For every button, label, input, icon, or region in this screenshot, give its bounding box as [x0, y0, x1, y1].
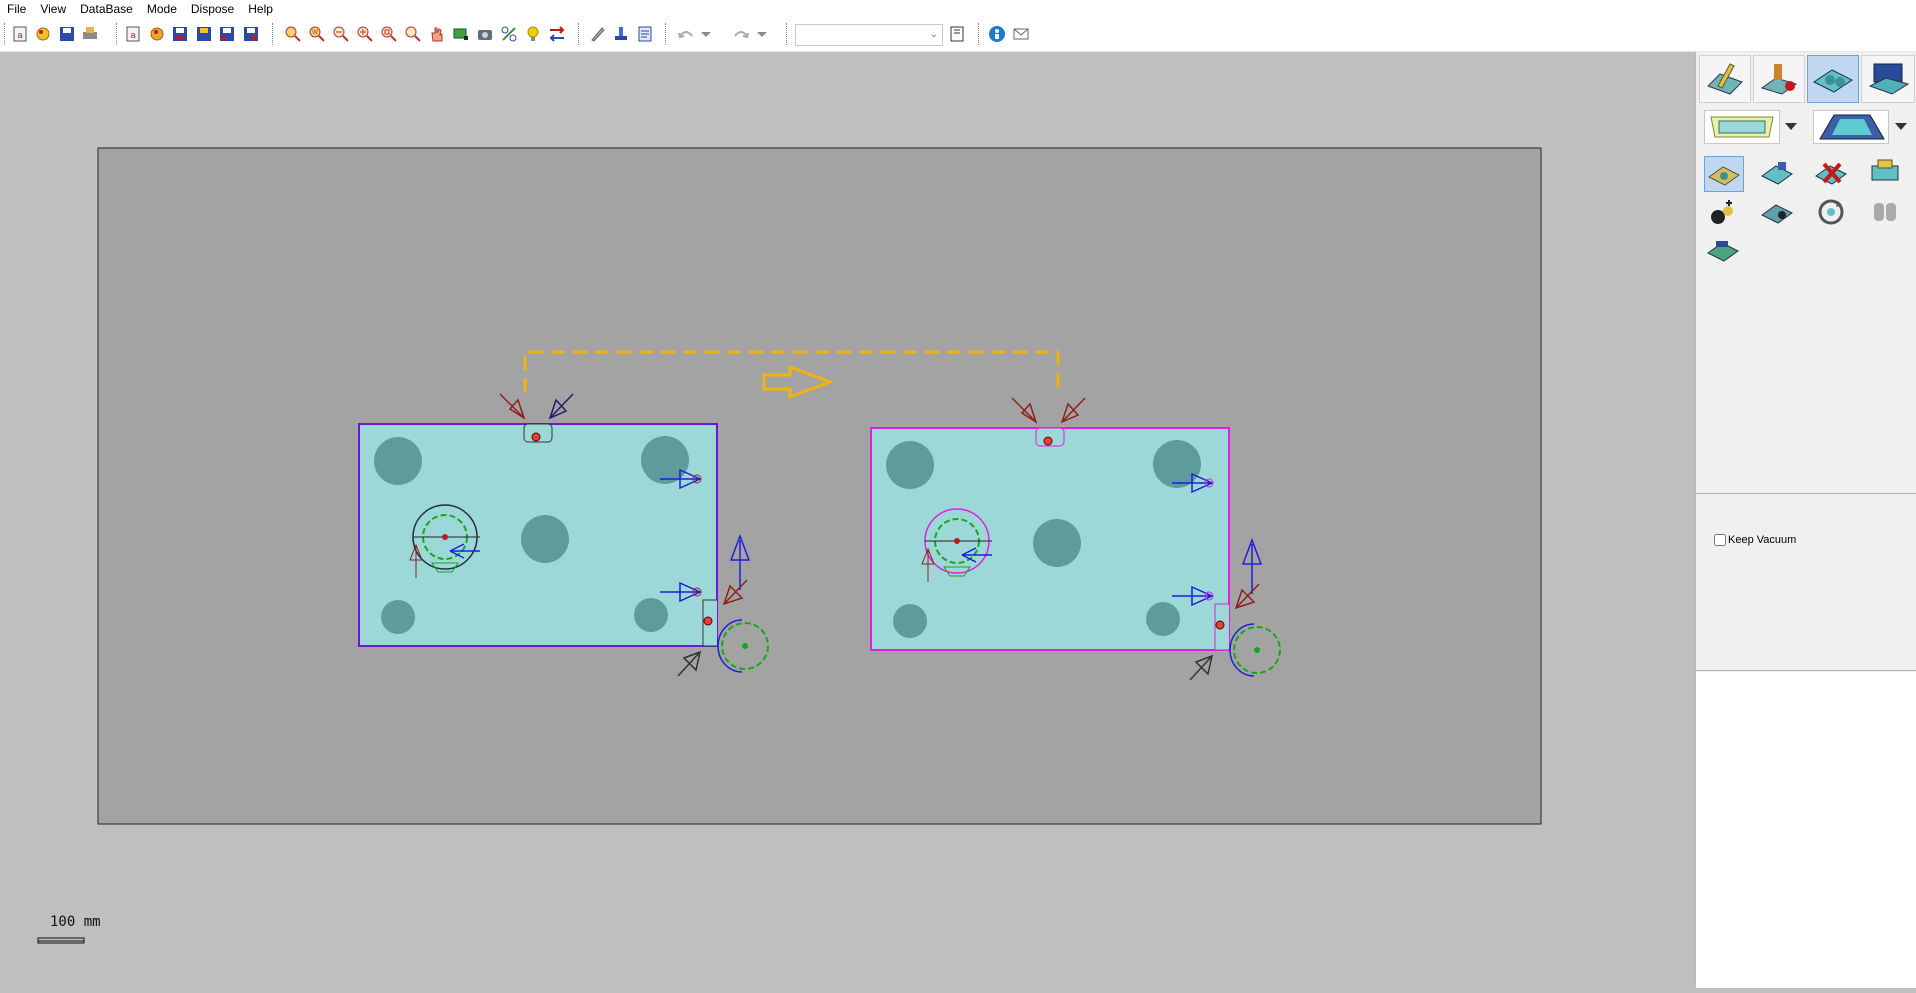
scale-bar — [37, 937, 85, 944]
cad-canvas[interactable] — [0, 52, 1695, 988]
chevron-down-icon[interactable] — [1894, 118, 1908, 134]
pattern-tool-icon — [1707, 241, 1739, 262]
db-import-icon[interactable] — [241, 24, 261, 44]
menu-view[interactable]: View — [33, 2, 73, 16]
toolbar-grip[interactable] — [4, 23, 7, 45]
db-save-as-icon[interactable] — [194, 24, 214, 44]
pods-tool-icon — [1874, 203, 1896, 221]
svg-text:a: a — [130, 30, 135, 40]
edit-mode-button[interactable] — [1699, 55, 1751, 103]
zoom-out-icon[interactable] — [331, 24, 351, 44]
delete-tool-button[interactable] — [1812, 156, 1852, 192]
open-icon[interactable] — [33, 24, 53, 44]
rotate-tool-button[interactable] — [1812, 195, 1852, 231]
tool-palette — [1696, 52, 1916, 493]
place-tool-icon — [1761, 162, 1793, 185]
place-tool-button[interactable] — [1758, 156, 1798, 192]
toolbar-separator — [978, 23, 981, 45]
zoom-in-icon[interactable] — [355, 24, 375, 44]
vacuum-options — [1696, 495, 1916, 671]
bulb-icon[interactable] — [523, 24, 543, 44]
db-save-icon[interactable] — [170, 24, 190, 44]
zoom-prev-icon[interactable] — [403, 24, 423, 44]
toolbar-separator — [272, 23, 275, 45]
menu-mode[interactable]: Mode — [140, 2, 184, 16]
panel-type-icon — [1710, 116, 1774, 138]
toolbar-separator — [665, 23, 668, 45]
keep-vacuum-label: Keep Vacuum — [1728, 534, 1797, 546]
zoom-extents-icon[interactable] — [283, 24, 303, 44]
simulation-mode-icon — [1868, 63, 1910, 95]
table-type-icon — [1819, 114, 1885, 140]
menu-help[interactable]: Help — [241, 2, 280, 16]
select-tool-button[interactable] — [1704, 156, 1744, 192]
pencil-icon[interactable] — [588, 24, 608, 44]
zoom-fit-icon[interactable] — [379, 24, 399, 44]
svg-text:a: a — [17, 30, 22, 40]
menu-file[interactable]: File — [0, 2, 33, 16]
mail-icon[interactable] — [1011, 24, 1031, 44]
panel-right[interactable] — [870, 397, 1281, 681]
report-icon[interactable] — [635, 24, 655, 44]
pattern-tool-button[interactable] — [1704, 233, 1744, 269]
drawing — [37, 147, 1542, 944]
svg-text:W: W — [312, 30, 318, 36]
simulation-mode-button[interactable] — [1861, 55, 1915, 103]
menu-bar: File View DataBase Mode Dispose Help — [0, 0, 1916, 18]
keep-vacuum-option[interactable]: Keep Vacuum — [1714, 534, 1796, 546]
move-tool-button[interactable] — [1866, 156, 1906, 192]
redo-dropdown-icon[interactable] — [755, 24, 769, 44]
move-tool-icon — [1871, 159, 1899, 181]
rotate-tool-icon — [1818, 199, 1844, 225]
table-mode-icon — [1813, 69, 1853, 93]
info-icon[interactable] — [987, 24, 1007, 44]
camera-icon[interactable] — [475, 24, 495, 44]
toolbar-separator — [578, 23, 581, 45]
clamp-tool-icon — [1761, 204, 1793, 224]
cup-tool-icon — [1711, 200, 1733, 224]
chevron-down-icon[interactable] — [1784, 118, 1798, 134]
keep-vacuum-checkbox[interactable] — [1714, 534, 1726, 546]
undo-icon[interactable] — [676, 24, 696, 44]
pan-icon[interactable] — [427, 24, 447, 44]
panel-left[interactable] — [358, 393, 769, 677]
db-new-icon[interactable]: a — [123, 24, 143, 44]
rectangle-icon[interactable] — [451, 24, 471, 44]
edit-mode-icon — [1707, 63, 1743, 95]
toolbar-separator — [786, 23, 789, 45]
pods-tool-button[interactable] — [1866, 195, 1906, 231]
new-icon[interactable]: a — [10, 24, 30, 44]
db-export-icon[interactable] — [217, 24, 237, 44]
machine-mode-button[interactable] — [1753, 55, 1805, 103]
menu-dispose[interactable]: Dispose — [184, 2, 241, 16]
table-mode-button[interactable] — [1807, 55, 1859, 103]
panel-type-button[interactable] — [1704, 110, 1780, 144]
redo-icon[interactable] — [731, 24, 751, 44]
machine-field — [97, 147, 1542, 825]
save-icon[interactable] — [57, 24, 77, 44]
cup-tool-button[interactable] — [1704, 195, 1744, 231]
db-open-icon[interactable] — [147, 24, 167, 44]
swap-icon[interactable] — [547, 24, 567, 44]
scale-label: 100 mm — [50, 914, 101, 930]
properties-area — [1696, 672, 1916, 988]
stamp-icon[interactable] — [611, 24, 631, 44]
zoom-window-icon[interactable]: W — [307, 24, 327, 44]
menu-database[interactable]: DataBase — [73, 2, 140, 16]
print-icon[interactable] — [80, 24, 100, 44]
clipboard-icon[interactable] — [949, 25, 965, 43]
chevron-down-icon: ⌄ — [929, 29, 938, 40]
view-combo[interactable]: ⌄ — [795, 24, 943, 46]
right-panel — [1695, 52, 1916, 988]
delete-tool-icon — [1815, 162, 1847, 185]
clamp-tool-button[interactable] — [1758, 195, 1798, 231]
tool-icon[interactable] — [499, 24, 519, 44]
select-tool-icon — [1708, 166, 1740, 186]
table-type-button[interactable] — [1813, 110, 1889, 144]
machine-mode-icon — [1760, 64, 1798, 95]
undo-dropdown-icon[interactable] — [699, 24, 713, 44]
toolbar-separator — [116, 23, 119, 45]
